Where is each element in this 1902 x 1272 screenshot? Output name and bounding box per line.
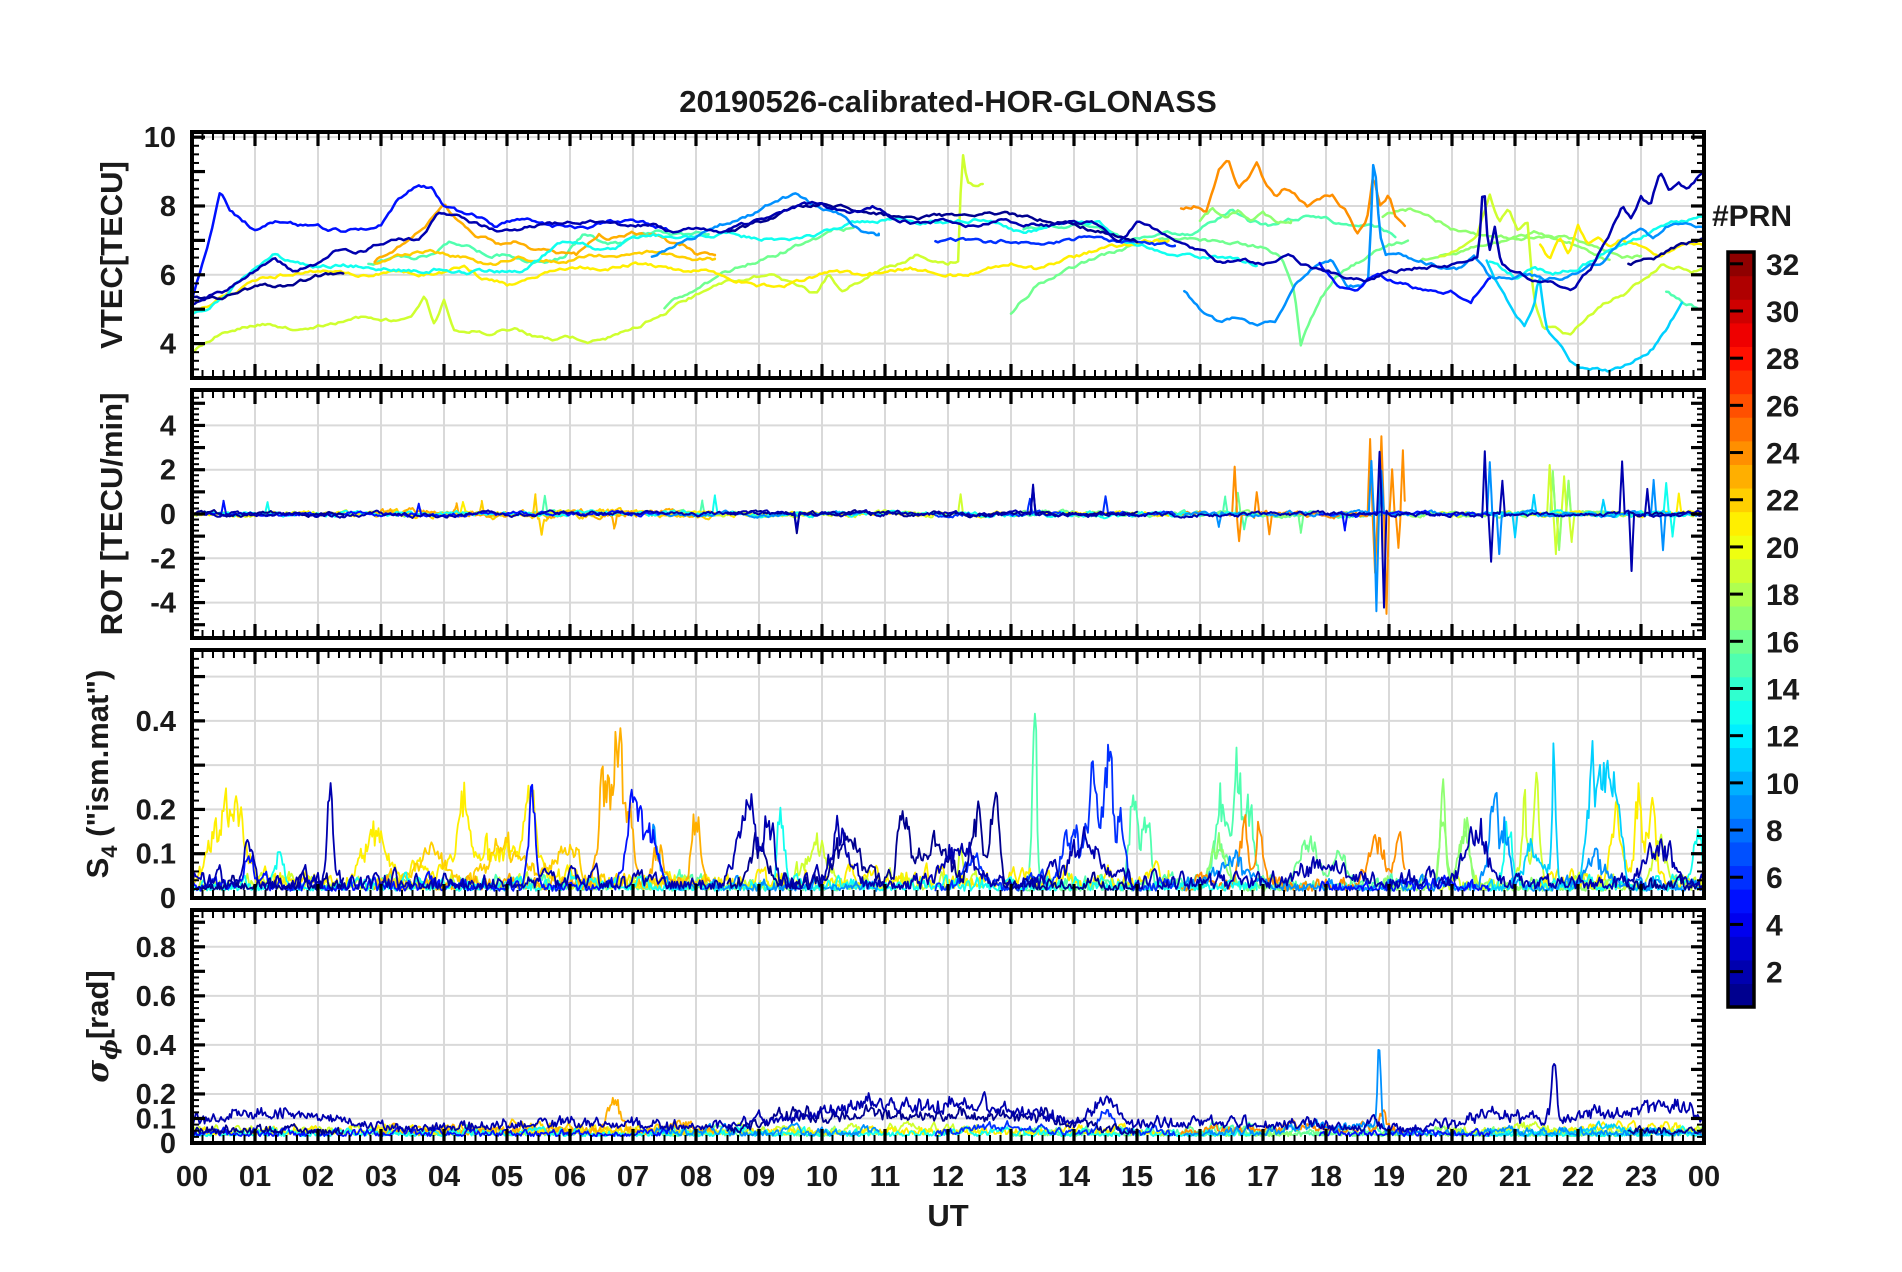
colorbar <box>1726 250 1756 1009</box>
series-prn5 <box>192 783 669 892</box>
x-axis-label: UT <box>927 1198 969 1233</box>
colorbar-tick-4: 4 <box>1766 909 1783 942</box>
colorbar-segment-27 <box>1728 369 1754 395</box>
series-prn19 <box>1438 771 1704 891</box>
ylabel-s4: S4 ("ism.mat") <box>80 670 122 879</box>
colorbar-tick-2: 2 <box>1766 957 1783 990</box>
ytick-rot-0: 0 <box>160 499 176 531</box>
ytick-rot--4: -4 <box>150 588 176 620</box>
colorbar-segment-5 <box>1728 889 1754 914</box>
xtick-0: 00 <box>176 1161 208 1193</box>
series-prn19 <box>1438 193 1704 336</box>
xtick-7: 07 <box>617 1161 649 1193</box>
ytick-s4-0.2: 0.2 <box>136 794 176 826</box>
series-prn13 <box>1488 482 1704 538</box>
ytick-sigma_phi-0.4: 0.4 <box>136 1030 176 1062</box>
colorbar-segment-15 <box>1728 653 1754 678</box>
colorbar-segment-7 <box>1728 841 1754 867</box>
colorbar-tick-22: 22 <box>1766 485 1799 518</box>
colorbar-tick-18: 18 <box>1766 579 1799 612</box>
xtick-9: 09 <box>743 1161 775 1193</box>
xtick-13: 13 <box>995 1161 1027 1193</box>
xtick-15: 15 <box>1121 1161 1153 1193</box>
series-prn1 <box>1627 237 1704 267</box>
xtick-21: 21 <box>1499 1161 1531 1193</box>
plot-svg: 46810VTEC[TECU]-4-2024ROT [TECU/min]00.1… <box>80 122 1800 1193</box>
colorbar-segment-3 <box>1728 936 1754 961</box>
colorbar-segment-1 <box>1728 983 1754 1008</box>
ytick-rot-2: 2 <box>160 455 176 487</box>
ytick-s4-0.4: 0.4 <box>136 706 176 738</box>
figure-root: 4 6 8 10 VTEC[TECU] -4 -2 0 2 4 ROT [TECU/min] 0 0.1… <box>0 0 1902 1272</box>
colorbar-segment-21 <box>1728 511 1754 536</box>
colorbar-title: #PRN <box>1712 200 1793 233</box>
xtick-23: 23 <box>1625 1161 1657 1193</box>
xtick-2: 02 <box>302 1161 334 1193</box>
colorbar-tick-14: 14 <box>1766 673 1800 706</box>
xtick-5: 05 <box>491 1161 523 1193</box>
xtick-10: 10 <box>806 1161 838 1193</box>
colorbar-tick-24: 24 <box>1766 438 1800 471</box>
ytick-vtec-10: 10 <box>144 122 176 154</box>
chart-title: 20190526-calibrated-HOR-GLONASS <box>679 84 1217 119</box>
colorbar-segment-13 <box>1728 700 1754 725</box>
xtick-4: 04 <box>428 1161 460 1193</box>
ytick-sigma_phi-0.8: 0.8 <box>136 932 176 964</box>
xtick-6: 06 <box>554 1161 586 1193</box>
ytick-vtec-4: 4 <box>160 329 176 361</box>
colorbar-segment-17 <box>1728 605 1754 631</box>
ytick-vtec-6: 6 <box>160 260 176 292</box>
series-prn1 <box>726 485 1138 535</box>
series-prn6 <box>934 743 1176 892</box>
xtick-18: 18 <box>1310 1161 1342 1193</box>
colorbar-segment-29 <box>1728 322 1754 347</box>
colorbar-tick-8: 8 <box>1766 815 1783 848</box>
colorbar-tick-30: 30 <box>1766 296 1799 329</box>
ylabel-vtec: VTEC[TECU] <box>94 161 129 349</box>
xtick-11: 11 <box>870 1161 901 1193</box>
colorbar-tick-12: 12 <box>1766 721 1799 754</box>
ytick-s4-0.1: 0.1 <box>136 839 176 871</box>
colorbar-tick-10: 10 <box>1766 768 1799 801</box>
ytick-rot--2: -2 <box>150 543 176 575</box>
xtick-3: 03 <box>365 1161 397 1193</box>
colorbar-segment-31 <box>1728 275 1754 300</box>
colorbar-tick-26: 26 <box>1766 390 1799 423</box>
series-prn19 <box>192 153 984 354</box>
colorbar-segment-19 <box>1728 558 1754 583</box>
xtick-14: 14 <box>1058 1161 1090 1193</box>
ylabel-sigma_phi: σϕ[rad] <box>80 970 123 1082</box>
ytick-s4-0: 0 <box>160 883 176 915</box>
ytick-sigma_phi-0.6: 0.6 <box>136 981 176 1013</box>
colorbar-tick-28: 28 <box>1766 343 1799 376</box>
colorbar-segment-23 <box>1728 464 1754 489</box>
xtick-20: 20 <box>1436 1161 1468 1193</box>
colorbar-segment-9 <box>1728 794 1754 819</box>
colorbar-tick-32: 32 <box>1766 249 1799 282</box>
xtick-22: 22 <box>1562 1161 1594 1193</box>
xtick-1: 01 <box>239 1161 271 1193</box>
colorbar-segment-25 <box>1728 417 1754 442</box>
ytick-vtec-8: 8 <box>160 191 176 223</box>
xtick-12: 12 <box>932 1161 964 1193</box>
colorbar-tick-6: 6 <box>1766 862 1783 895</box>
xtick-24: 00 <box>1688 1161 1720 1193</box>
colorbar-tick-16: 16 <box>1766 626 1799 659</box>
xtick-19: 19 <box>1373 1161 1405 1193</box>
colorbar-tick-20: 20 <box>1766 532 1799 565</box>
ytick-sigma_phi-0.2: 0.2 <box>136 1079 176 1111</box>
ylabel-rot: ROT [TECU/min] <box>94 393 129 636</box>
xtick-16: 16 <box>1184 1161 1216 1193</box>
ytick-rot-4: 4 <box>160 410 176 442</box>
xtick-17: 17 <box>1247 1161 1279 1193</box>
series-prn5 <box>192 184 669 301</box>
xtick-8: 08 <box>680 1161 712 1193</box>
colorbar-segment-11 <box>1728 747 1754 772</box>
